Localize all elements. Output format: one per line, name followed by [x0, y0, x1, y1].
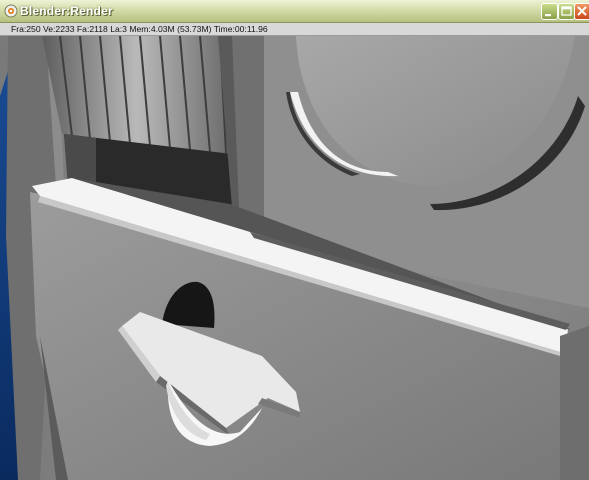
close-icon: [577, 6, 587, 16]
render-viewport: [0, 36, 589, 480]
close-button[interactable]: [574, 3, 589, 20]
title-bar[interactable]: Blender:Render: [0, 0, 589, 23]
minimize-button[interactable]: [541, 3, 558, 20]
blender-app-icon: [4, 4, 18, 18]
maximize-icon: [561, 6, 572, 16]
render-info-bar: Fra:250 Ve:2233 Fa:2118 La:3 Mem:4.03M (…: [0, 23, 589, 36]
maximize-button[interactable]: [558, 3, 575, 20]
rendered-scene: [0, 36, 589, 480]
minimize-icon: [545, 14, 551, 17]
render-window: Blender:Render Fra:250 Ve:2233 Fa:2118 L…: [0, 0, 589, 480]
render-stats-text: Fra:250 Ve:2233 Fa:2118 La:3 Mem:4.03M (…: [11, 24, 268, 34]
window-title: Blender:Render: [20, 4, 113, 18]
